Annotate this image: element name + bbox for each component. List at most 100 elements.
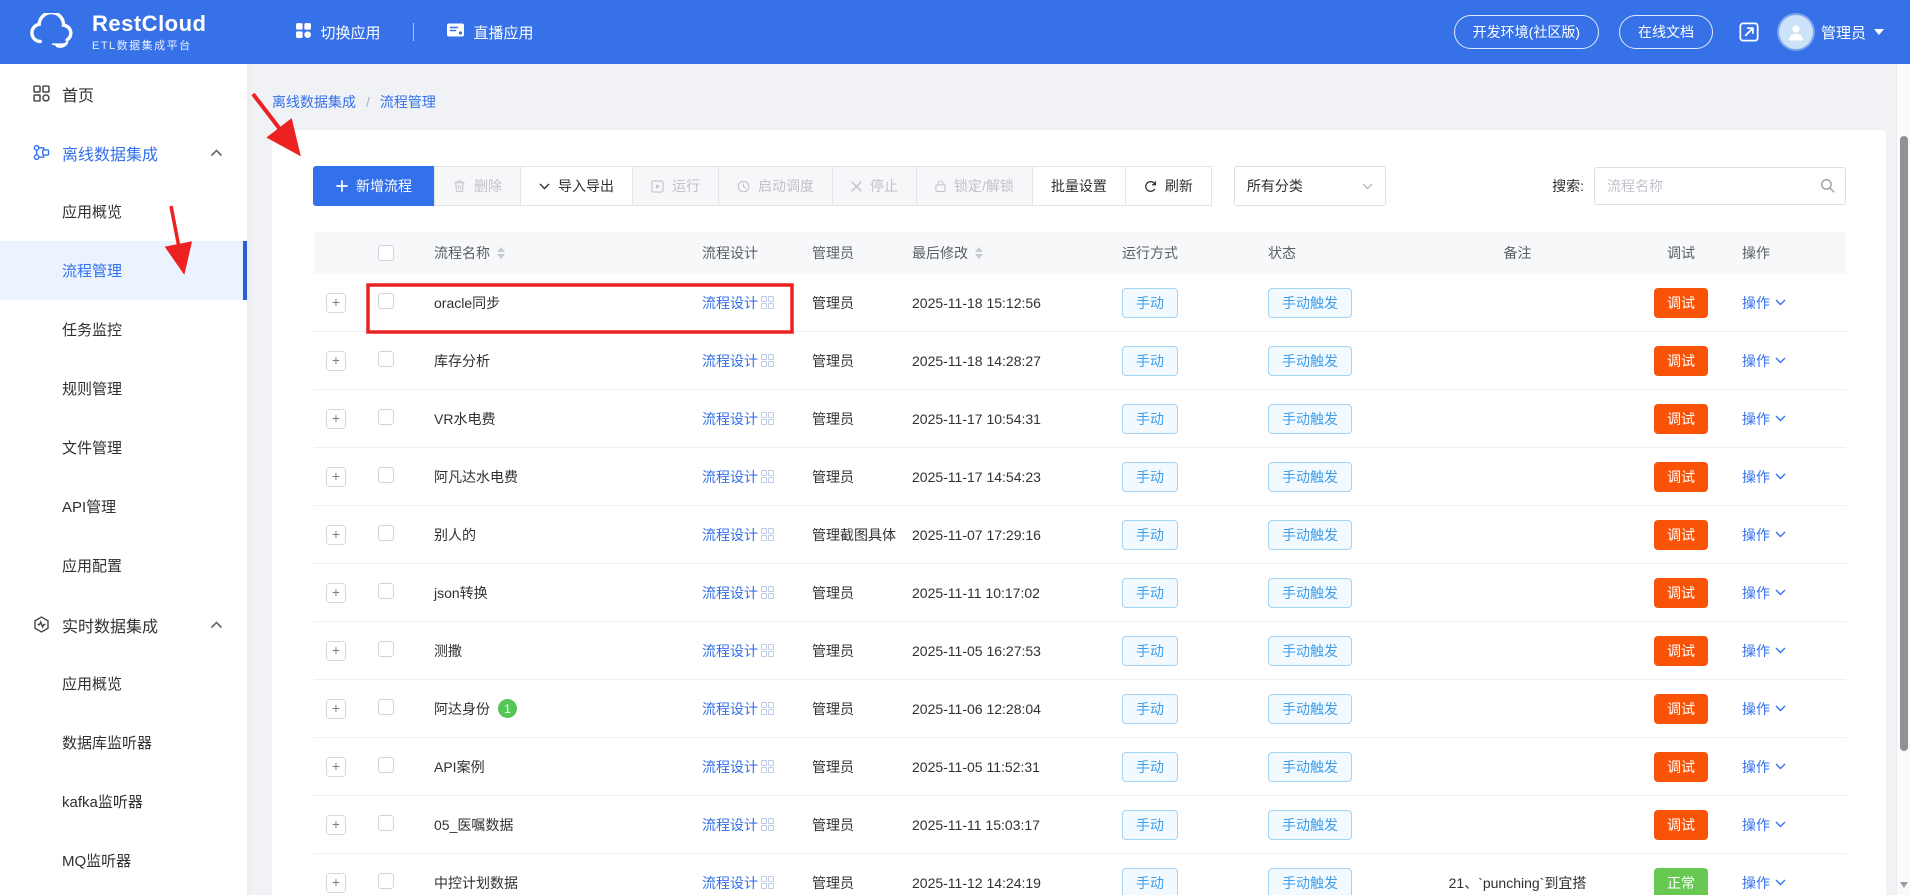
sort-icon[interactable] — [975, 247, 983, 259]
toolbar-button[interactable]: 删除 — [434, 166, 521, 206]
action-dropdown[interactable]: 操作 — [1727, 641, 1846, 661]
debug-button[interactable]: 调试 — [1654, 578, 1708, 608]
toolbar-button[interactable]: 启动调度 — [718, 166, 833, 206]
sidebar-item[interactable]: kafka监听器 — [0, 772, 247, 831]
flow-design-link[interactable]: 流程设计 — [702, 409, 812, 429]
action-dropdown[interactable]: 操作 — [1727, 815, 1846, 835]
sidebar-group[interactable]: 实时数据集成 — [0, 595, 247, 654]
row-checkbox[interactable] — [378, 467, 394, 483]
toolbar-button[interactable]: 停止 — [832, 166, 917, 206]
flow-design-link[interactable]: 流程设计 — [702, 293, 812, 313]
row-checkbox[interactable] — [378, 409, 394, 425]
sidebar-item[interactable]: 流程管理 — [0, 241, 247, 300]
sidebar-item[interactable]: 应用概览 — [0, 654, 247, 713]
action-dropdown[interactable]: 操作 — [1727, 293, 1846, 313]
flow-design-link[interactable]: 流程设计 — [702, 351, 812, 371]
scrollbar-down-arrow[interactable] — [1900, 882, 1908, 888]
status-normal-badge[interactable]: 正常 — [1654, 868, 1708, 895]
admin-cell: 管理截图具体 — [812, 525, 912, 545]
expand-row-button[interactable]: + — [326, 641, 346, 661]
toolbar-button[interactable]: 导入导出 — [520, 166, 633, 206]
toolbar-button[interactable]: 锁定/解锁 — [916, 166, 1033, 206]
chevron-down-icon — [1775, 821, 1786, 828]
expand-row-button[interactable]: + — [326, 525, 346, 545]
action-dropdown[interactable]: 操作 — [1727, 351, 1846, 371]
col-modified[interactable]: 最后修改 — [912, 243, 968, 263]
sidebar-item[interactable]: 数据库监听器 — [0, 713, 247, 772]
sidebar-item[interactable]: 任务监控 — [0, 300, 247, 359]
row-checkbox[interactable] — [378, 641, 394, 657]
expand-row-button[interactable]: + — [326, 293, 346, 313]
expand-row-button[interactable]: + — [326, 815, 346, 835]
debug-button[interactable]: 调试 — [1654, 752, 1708, 782]
share-icon[interactable] — [1739, 22, 1759, 42]
action-dropdown[interactable]: 操作 — [1727, 873, 1846, 893]
sidebar-item[interactable]: 规则管理 — [0, 359, 247, 418]
scrollbar-thumb[interactable] — [1900, 136, 1908, 751]
sidebar-item[interactable]: MQ监听器 — [0, 831, 247, 890]
chevron-up-icon[interactable] — [210, 149, 223, 157]
expand-row-button[interactable]: + — [326, 873, 346, 893]
nav-switch-app[interactable]: 切换应用 — [289, 22, 387, 43]
flow-design-link[interactable]: 流程设计 — [702, 757, 812, 777]
sidebar-item[interactable]: 应用概览 — [0, 182, 247, 241]
flow-design-link[interactable]: 流程设计 — [702, 873, 812, 893]
user-menu[interactable]: 管理员 — [1779, 15, 1884, 49]
action-dropdown[interactable]: 操作 — [1727, 583, 1846, 603]
debug-button[interactable]: 调试 — [1654, 462, 1708, 492]
category-select[interactable]: 所有分类 — [1234, 166, 1386, 206]
row-checkbox[interactable] — [378, 525, 394, 541]
flow-design-link[interactable]: 流程设计 — [702, 467, 812, 487]
row-checkbox[interactable] — [378, 757, 394, 773]
breadcrumb-parent[interactable]: 离线数据集成 — [272, 92, 356, 112]
flow-design-link[interactable]: 流程设计 — [702, 699, 812, 719]
toolbar-button[interactable]: 批量设置 — [1032, 166, 1126, 206]
flow-design-link[interactable]: 流程设计 — [702, 815, 812, 835]
flow-design-link[interactable]: 流程设计 — [702, 525, 812, 545]
debug-button[interactable]: 调试 — [1654, 346, 1708, 376]
expand-row-button[interactable]: + — [326, 351, 346, 371]
row-checkbox[interactable] — [378, 873, 394, 889]
sidebar-item[interactable]: 首页 — [0, 64, 247, 123]
action-dropdown[interactable]: 操作 — [1727, 757, 1846, 777]
debug-button[interactable]: 调试 — [1654, 404, 1708, 434]
debug-button[interactable]: 调试 — [1654, 694, 1708, 724]
flow-design-link[interactable]: 流程设计 — [702, 583, 812, 603]
breadcrumb-current[interactable]: 流程管理 — [380, 92, 436, 112]
action-dropdown[interactable]: 操作 — [1727, 409, 1846, 429]
action-dropdown[interactable]: 操作 — [1727, 699, 1846, 719]
row-checkbox[interactable] — [378, 293, 394, 309]
debug-button[interactable]: 调试 — [1654, 520, 1708, 550]
expand-row-button[interactable]: + — [326, 699, 346, 719]
sidebar-item[interactable]: 应用配置 — [0, 536, 247, 595]
debug-button[interactable]: 调试 — [1654, 288, 1708, 318]
env-badge[interactable]: 开发环境(社区版) — [1454, 15, 1599, 49]
flow-design-link[interactable]: 流程设计 — [702, 641, 812, 661]
search-input[interactable] — [1594, 167, 1846, 205]
expand-row-button[interactable]: + — [326, 757, 346, 777]
brand: RestCloud ETL数据集成平台 — [26, 12, 207, 51]
toolbar-button[interactable]: 新增流程 — [313, 166, 435, 206]
expand-row-button[interactable]: + — [326, 467, 346, 487]
sidebar-item[interactable]: API管理 — [0, 477, 247, 536]
row-checkbox[interactable] — [378, 351, 394, 367]
col-name[interactable]: 流程名称 — [434, 243, 490, 263]
sidebar-group[interactable]: 离线数据集成 — [0, 123, 247, 182]
row-checkbox[interactable] — [378, 815, 394, 831]
nav-live-app[interactable]: 直播应用 — [440, 22, 540, 43]
sort-icon[interactable] — [497, 247, 505, 259]
action-dropdown[interactable]: 操作 — [1727, 525, 1846, 545]
expand-row-button[interactable]: + — [326, 409, 346, 429]
row-checkbox[interactable] — [378, 583, 394, 599]
row-checkbox[interactable] — [378, 699, 394, 715]
action-dropdown[interactable]: 操作 — [1727, 467, 1846, 487]
sidebar-item[interactable]: 文件管理 — [0, 418, 247, 477]
chevron-up-icon[interactable] — [210, 621, 223, 629]
expand-row-button[interactable]: + — [326, 583, 346, 603]
docs-link[interactable]: 在线文档 — [1619, 15, 1713, 49]
select-all-checkbox[interactable] — [378, 245, 394, 261]
debug-button[interactable]: 调试 — [1654, 636, 1708, 666]
toolbar-button[interactable]: 运行 — [632, 166, 719, 206]
debug-button[interactable]: 调试 — [1654, 810, 1708, 840]
toolbar-button[interactable]: 刷新 — [1125, 166, 1212, 206]
